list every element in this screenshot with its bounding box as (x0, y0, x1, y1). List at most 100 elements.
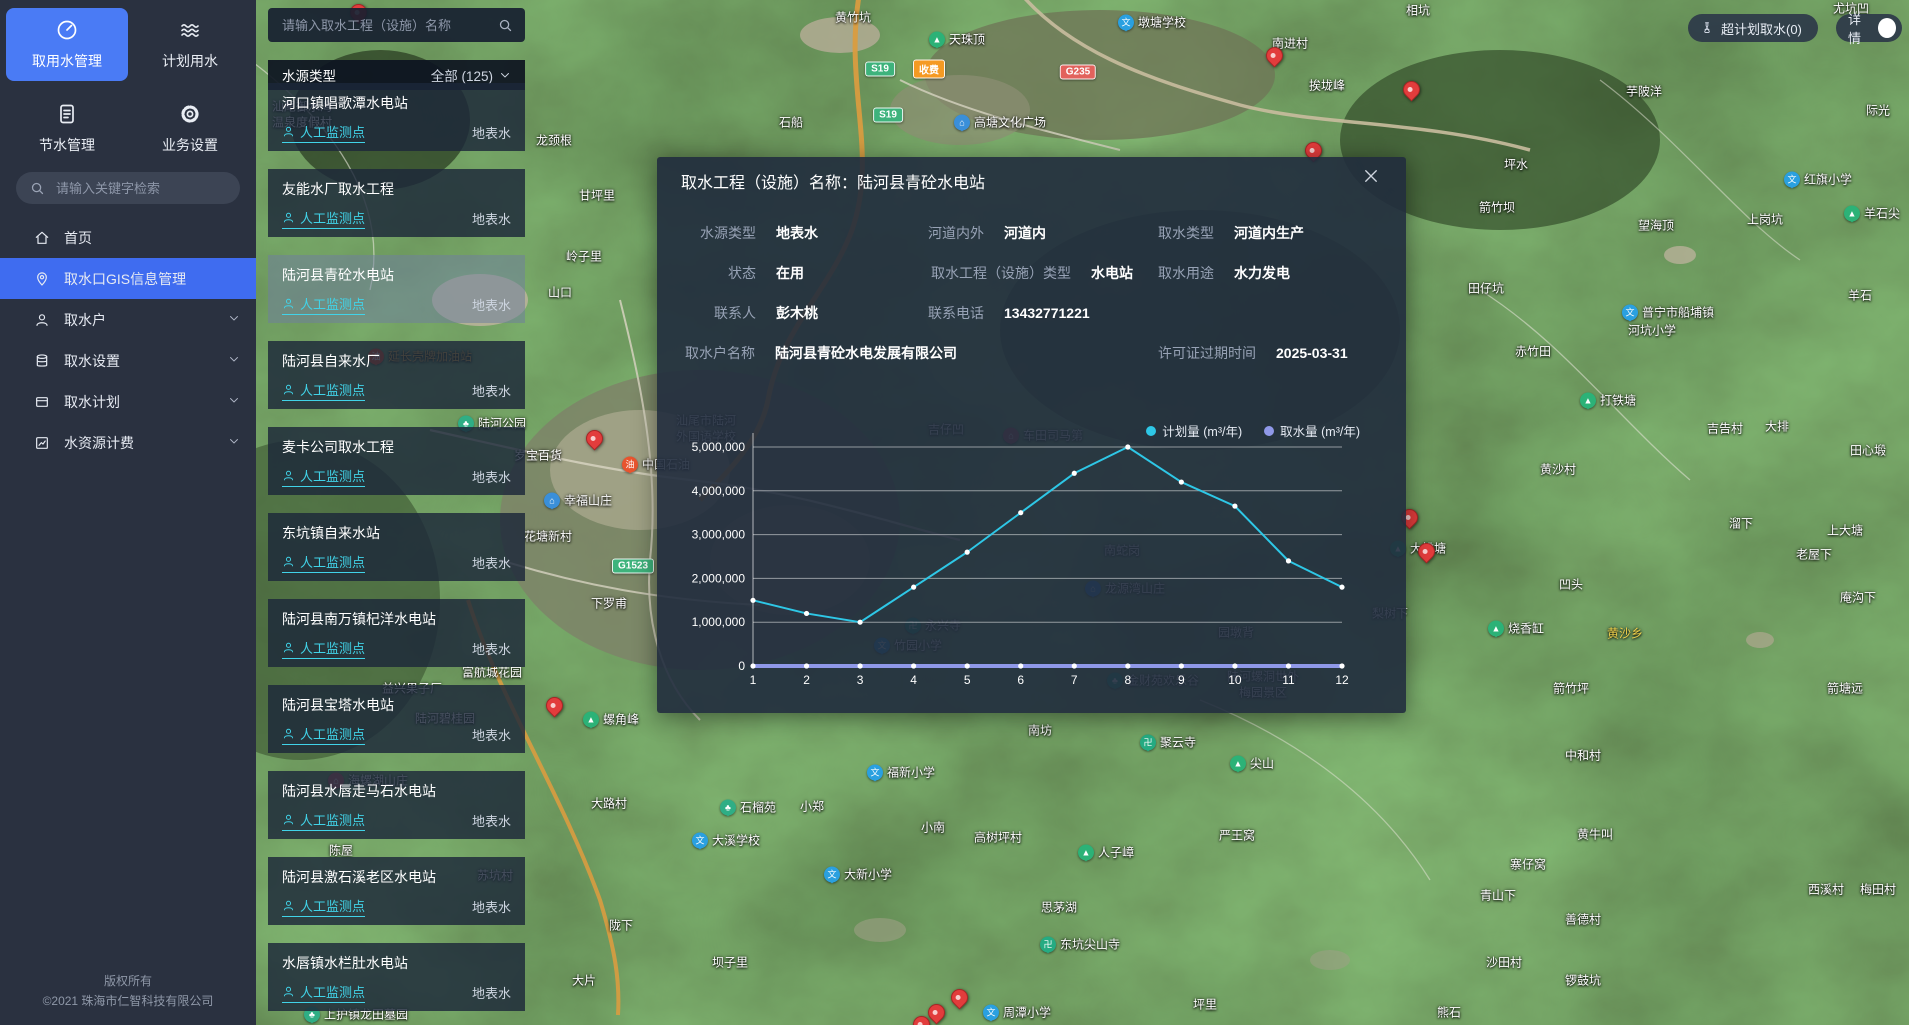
station-card[interactable]: 河口镇唱歌潭水电站人工监测点地表水 (268, 83, 525, 151)
monitor-type-link[interactable]: 人工监测点 (282, 380, 365, 401)
place-name: 善德村 (1565, 911, 1601, 928)
mountain-poi-icon[interactable]: ▲ (1580, 392, 1596, 408)
map-marker-pin[interactable] (947, 985, 971, 1009)
sidebar-item-pin[interactable]: 取水口GIS信息管理 (0, 258, 256, 299)
station-search-input[interactable] (280, 17, 498, 34)
close-icon[interactable] (1362, 167, 1380, 185)
sidebar-search-input[interactable] (54, 180, 218, 197)
monitor-type-link[interactable]: 人工监测点 (282, 724, 365, 745)
station-search[interactable] (268, 8, 525, 42)
place-name: 锣鼓坑 (1565, 972, 1601, 989)
svg-text:12: 12 (1335, 673, 1349, 687)
sidebar-item-person[interactable]: 取水户 (0, 299, 256, 340)
station-name: 友能水厂取水工程 (282, 179, 511, 199)
school-poi-icon[interactable]: 文 (867, 764, 883, 780)
school-poi-icon[interactable]: 文 (1118, 14, 1134, 30)
person-icon (282, 125, 295, 138)
field-value: 水电站 (1091, 263, 1133, 283)
station-card[interactable]: 陆河县南万镇杞洋水电站人工监测点地表水 (268, 599, 525, 667)
module-gear-tile[interactable]: 业务设置 (129, 92, 251, 165)
sidebar-item-card[interactable]: 取水计划 (0, 381, 256, 422)
school-poi-icon[interactable]: 文 (983, 1004, 999, 1020)
place-name: 上大塘 (1827, 522, 1863, 539)
place-name: 相坑 (1406, 2, 1430, 19)
map-place-label: 凹头 (1559, 576, 1583, 593)
copyright-line2: ©2021 珠海市仁智科技有限公司 (0, 991, 256, 1011)
module-gauge-tile[interactable]: 取用水管理 (6, 8, 128, 81)
school-poi-icon[interactable]: 文 (1784, 171, 1800, 187)
monitor-type-label: 人工监测点 (300, 466, 365, 485)
station-panel[interactable]: 水源类型 全部 (125) 河口镇唱歌潭水电站人工监测点地表水友能水厂取水工程人… (268, 0, 525, 1025)
gas-poi-icon[interactable]: 油 (622, 456, 638, 472)
over-plan-alert-button[interactable]: 超计划取水(0) (1688, 14, 1818, 42)
station-card[interactable]: 陆河县宝塔水电站人工监测点地表水 (268, 685, 525, 753)
school-poi-icon[interactable]: 文 (1622, 304, 1638, 320)
resort-poi-icon[interactable]: ⌂ (544, 492, 560, 508)
mountain-poi-icon[interactable]: ▲ (583, 711, 599, 727)
field-label: 水源类型 (700, 223, 756, 243)
monitor-type-link[interactable]: 人工监测点 (282, 294, 365, 315)
station-name: 东坑镇自来水站 (282, 523, 511, 543)
map-place-label: 大排 (1765, 418, 1789, 435)
detail-field: 许可证过期时间2025-03-31 (1158, 343, 1348, 363)
sidebar-item-home[interactable]: 首页 (0, 217, 256, 258)
monitor-type-link[interactable]: 人工监测点 (282, 982, 365, 1003)
station-card[interactable]: 东坑镇自来水站人工监测点地表水 (268, 513, 525, 581)
park-poi-icon[interactable]: ♣ (720, 799, 736, 815)
intake-chart: 01,000,0002,000,0003,000,0004,000,0005,0… (657, 419, 1406, 713)
map-marker-pin[interactable] (1399, 77, 1423, 101)
mountain-poi-icon[interactable]: ▲ (1230, 755, 1246, 771)
map-marker-pin[interactable] (542, 693, 566, 717)
monitor-type-link[interactable]: 人工监测点 (282, 552, 365, 573)
monitor-type-link[interactable]: 人工监测点 (282, 122, 365, 143)
search-icon[interactable] (498, 18, 513, 33)
station-card[interactable]: 水唇镇水栏肚水电站人工监测点地表水 (268, 943, 525, 1011)
place-name: 沙田村 (1486, 954, 1522, 971)
station-card[interactable]: 陆河县自来水厂人工监测点地表水 (268, 341, 525, 409)
monitor-type-link[interactable]: 人工监测点 (282, 466, 365, 487)
mountain-poi-icon[interactable]: ▲ (1078, 844, 1094, 860)
station-name: 水唇镇水栏肚水电站 (282, 953, 511, 973)
station-card[interactable]: 麦卡公司取水工程人工监测点地表水 (268, 427, 525, 495)
station-card[interactable]: 陆河县水唇走马石水电站人工监测点地表水 (268, 771, 525, 839)
monitor-type-link[interactable]: 人工监测点 (282, 896, 365, 917)
monitor-type-link[interactable]: 人工监测点 (282, 810, 365, 831)
map-place-label: 大路村 (591, 795, 627, 812)
sidebar-search[interactable] (16, 172, 240, 204)
map-place-label: 梅田村 (1860, 881, 1896, 898)
sidebar-item-db[interactable]: 取水设置 (0, 340, 256, 381)
db-icon (34, 353, 50, 369)
map-marker-pin[interactable] (582, 426, 606, 450)
module-waves-tile[interactable]: 计划用水 (129, 8, 251, 81)
module-doc-tile[interactable]: 节水管理 (6, 92, 128, 165)
water-source-type: 地表水 (472, 811, 511, 830)
mountain-poi-icon[interactable]: ▲ (1844, 205, 1860, 221)
monitor-type-link[interactable]: 人工监测点 (282, 208, 365, 229)
water-source-type: 地表水 (472, 467, 511, 486)
school-poi-icon[interactable]: 文 (692, 832, 708, 848)
mountain-poi-icon[interactable]: ▲ (929, 31, 945, 47)
water-source-type: 地表水 (472, 381, 511, 400)
place-name: 熊石 (1437, 1004, 1461, 1021)
resort-poi-icon[interactable]: ⌂ (954, 114, 970, 130)
school-poi-icon[interactable]: 文 (824, 866, 840, 882)
temple-poi-icon[interactable]: 卍 (1140, 734, 1156, 750)
station-card[interactable]: 陆河县激石溪老区水电站人工监测点地表水 (268, 857, 525, 925)
toggle-knob[interactable] (1878, 18, 1896, 38)
place-name: 青山下 (1480, 887, 1516, 904)
road-badge: S19 (873, 108, 903, 123)
place-name: 东坑尖山寺 (1060, 936, 1120, 953)
sidebar-item-chart[interactable]: 水资源计费 (0, 422, 256, 463)
svg-text:7: 7 (1071, 673, 1078, 687)
place-name: 田心塅 (1850, 442, 1886, 459)
temple-poi-icon[interactable]: 卍 (1040, 936, 1056, 952)
filter-dropdown[interactable]: 全部 (125) (431, 65, 511, 85)
map-place-label: 文普宁市船埔镇 (1622, 304, 1714, 321)
monitor-type-link[interactable]: 人工监测点 (282, 638, 365, 659)
chevron-down-icon (228, 394, 240, 406)
station-card[interactable]: 陆河县青砼水电站人工监测点地表水 (268, 255, 525, 323)
home-icon (34, 230, 50, 246)
station-card[interactable]: 友能水厂取水工程人工监测点地表水 (268, 169, 525, 237)
detail-toggle[interactable]: 详情 (1836, 14, 1902, 42)
mountain-poi-icon[interactable]: ▲ (1488, 620, 1504, 636)
